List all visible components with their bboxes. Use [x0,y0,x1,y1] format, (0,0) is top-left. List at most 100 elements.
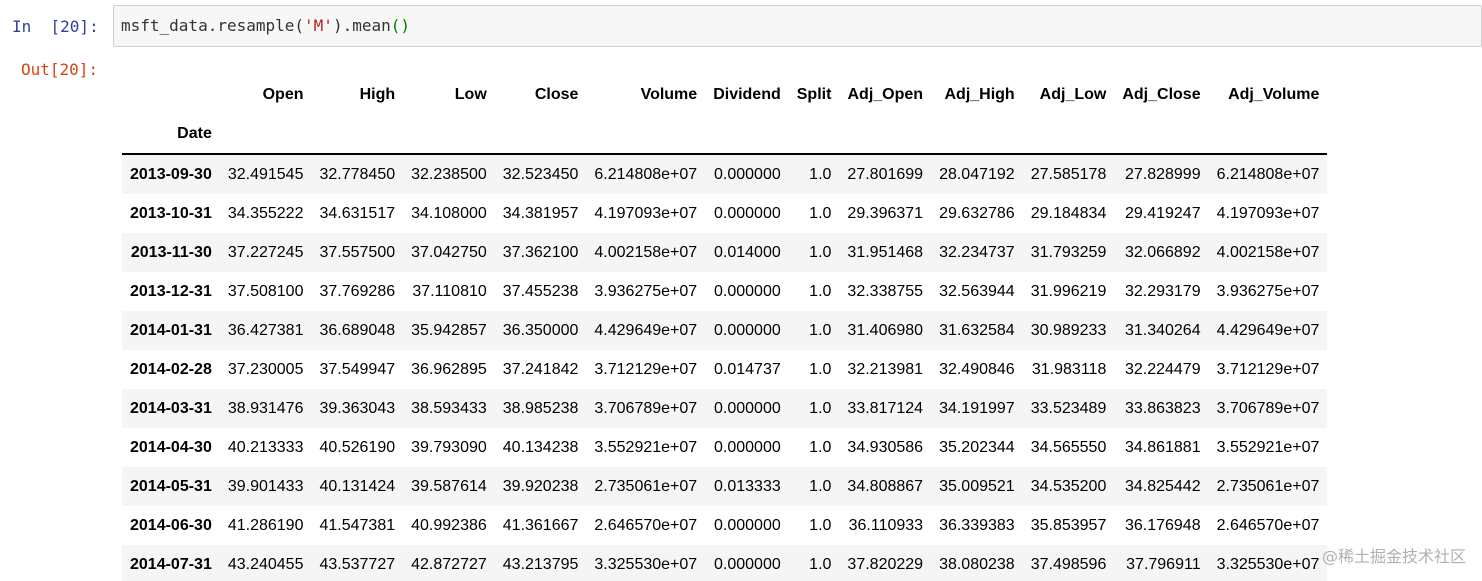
table-cell: 37.227245 [227,244,304,261]
table-cell: 3.325530e+07 [594,556,698,573]
table-row: 2014-04-30 40.213333 40.526190 39.793090 40.… [122,428,1328,467]
table-cell: 41.547381 [319,517,396,534]
table-cell: 0.014737 [714,361,781,378]
row-index-date: 2013-11-30 [130,244,212,261]
code-line[interactable]: msft_data.resample('M').mean() [121,16,410,36]
table-cell: 3.706789e+07 [1216,400,1320,417]
table-cell: 38.931476 [227,400,304,417]
table-cell: 0.000000 [714,517,781,534]
table-cell: 1.0 [809,166,832,183]
index-name-row: Date [122,114,1328,155]
table-cell: 32.238500 [411,166,487,183]
table-cell: 39.587614 [411,478,487,495]
row-index-date: 2013-12-31 [130,283,212,300]
table-cell: 43.537727 [319,556,396,573]
table-cell: 2.646570e+07 [594,517,698,534]
table-cell: 39.793090 [411,439,487,456]
table-cell: 38.080238 [939,556,1015,573]
table-cell: 32.563944 [939,283,1015,300]
table-cell: 37.362100 [502,244,579,261]
table-cell: 27.585178 [1030,166,1107,183]
table-cell: 36.176948 [1124,517,1201,534]
table-cell: 34.808867 [847,478,924,495]
table-cell: 1.0 [809,478,832,495]
table-cell: 32.234737 [939,244,1015,261]
table-cell: 31.951468 [847,244,924,261]
table-cell: 31.983118 [1031,361,1107,378]
column-header: High [359,86,396,103]
table-cell: 1.0 [809,244,832,261]
table-cell: 34.108000 [411,205,487,222]
table-cell: 4.002158e+07 [594,244,698,261]
index-name-row-blank [931,114,1023,155]
table-cell: 0.000000 [714,556,781,573]
column-header-row: Open High Low Close Volume Dividend Split Adj_O… [122,75,1327,114]
table-row: 2014-02-28 37.230005 37.549947 36.962895 37.… [122,350,1328,389]
index-name-row-blank [219,114,312,155]
table-cell: 28.047192 [939,166,1015,183]
table-cell: 0.000000 [714,322,781,339]
index-name-row-blank [1022,114,1115,155]
table-row: 2013-09-30 32.491545 32.778450 32.238500 32.… [122,154,1328,194]
table-cell: 1.0 [809,556,832,573]
dataframe-table: Open High Low Close Volume Dividend Split Adj_O… [122,75,1328,581]
table-cell: 3.936275e+07 [594,283,698,300]
table-cell: 38.593433 [411,400,487,417]
table-cell: 37.820229 [847,556,924,573]
table-cell: 32.490846 [939,361,1015,378]
index-name-row-blank [586,114,706,155]
table-body: 2013-09-30 32.491545 32.778450 32.238500 32.… [122,154,1328,581]
table-cell: 6.214808e+07 [594,166,698,183]
table-cell: 0.014000 [714,244,781,261]
row-index-date: 2014-02-28 [130,361,212,378]
code-input-area[interactable]: msft_data.resample('M').mean() [113,5,1482,47]
table-cell: 32.293179 [1124,283,1201,300]
table-cell: 32.066892 [1124,244,1201,261]
table-cell: 0.013333 [714,478,781,495]
table-cell: 43.240455 [227,556,304,573]
index-name-row-blank [494,114,587,155]
table-cell: 40.134238 [502,439,579,456]
table-cell: 0.000000 [714,166,781,183]
table-cell: 37.796911 [1126,556,1201,573]
table-row: 2014-06-30 41.286190 41.547381 40.992386 41.… [122,506,1328,545]
table-cell: 35.942857 [411,322,487,339]
table-cell: 39.901433 [227,478,304,495]
table-cell: 2.735061e+07 [594,478,698,495]
table-cell: 35.853957 [1030,517,1107,534]
table-cell: 1.0 [809,361,832,378]
column-header: Volume [640,86,698,103]
table-cell: 4.197093e+07 [1216,205,1320,222]
code-parens: () [390,16,410,35]
table-cell: 29.396371 [847,205,924,222]
table-cell: 33.863823 [1124,400,1201,417]
index-name-row-blank [311,114,404,155]
table-cell: 37.110810 [412,283,487,300]
table-cell: 1.0 [809,283,832,300]
row-index-date: 2014-05-31 [130,478,212,495]
table-cell: 0.000000 [714,439,781,456]
table-cell: 1.0 [809,517,832,534]
index-name-row-blank [403,114,495,155]
table-cell: 3.325530e+07 [1216,556,1320,573]
table-cell: 3.712129e+07 [594,361,698,378]
table-cell: 36.427381 [227,322,304,339]
code-method: ).mean [332,16,391,35]
code-string-arg: 'M' [304,16,333,35]
index-name-row-blank [839,114,932,155]
table-cell: 0.000000 [714,283,781,300]
table-cell: 40.213333 [227,439,304,456]
column-header: Adj_Close [1122,86,1201,103]
table-cell: 37.498596 [1030,556,1107,573]
watermark: @稀土掘金技术社区 [1321,547,1466,566]
table-cell: 29.184834 [1030,205,1107,222]
table-cell: 27.801699 [847,166,924,183]
index-name-row-blank [788,114,840,155]
table-cell: 31.793259 [1030,244,1107,261]
table-cell: 1.0 [809,439,832,456]
table-cell: 1.0 [809,322,832,339]
table-cell: 36.689048 [319,322,396,339]
row-index-date: 2014-03-31 [130,400,212,417]
table-cell: 34.930586 [847,439,924,456]
table-cell: 34.825442 [1124,478,1201,495]
